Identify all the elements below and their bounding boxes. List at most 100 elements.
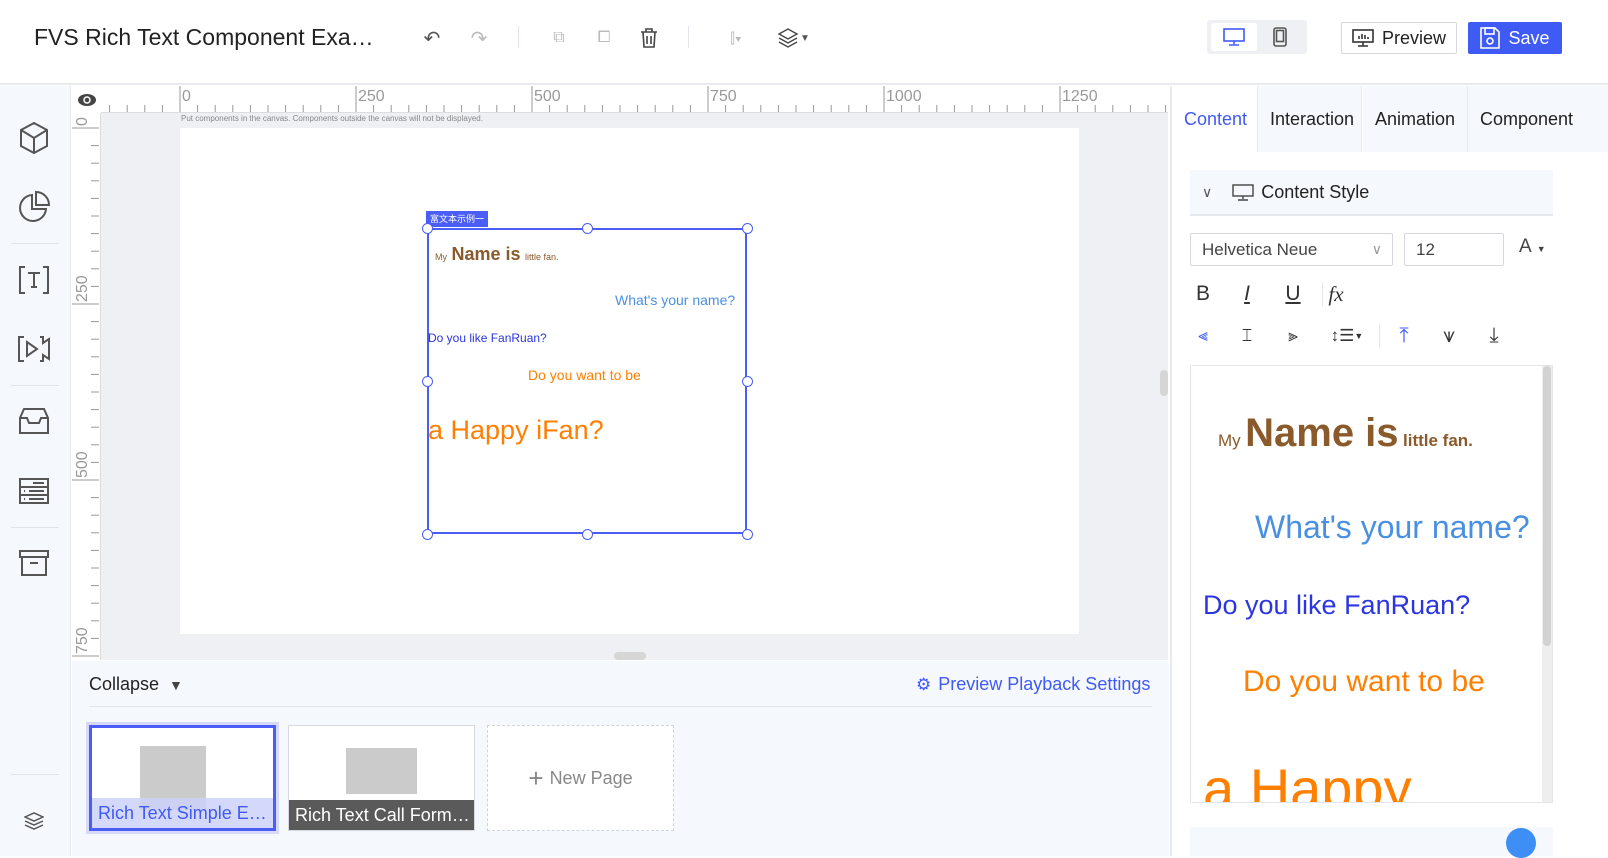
layer-order-dropdown-icon[interactable]: ▼ [776,26,812,50]
divider [11,385,59,386]
video-icon[interactable] [17,332,51,366]
ruler-label: 500 [534,88,561,105]
vertical-ruler: 0 250 500 750 [72,113,101,660]
new-page-button[interactable]: + New Page [487,725,674,831]
align-bottom-icon[interactable]: ⤓ [1482,324,1506,348]
align-left-icon[interactable]: ⫷ [1191,324,1215,348]
mobile-view-icon[interactable] [1257,23,1303,51]
horizontal-scrollbar[interactable] [614,652,646,660]
formula-button[interactable]: fx [1324,282,1348,306]
paste-icon[interactable]: ⧠ [592,26,616,50]
editor-scrollbar[interactable] [1542,366,1552,802]
archive-icon[interactable] [17,546,51,580]
tab-content[interactable]: Content [1172,86,1258,152]
device-switch [1207,20,1307,54]
divider [1379,324,1380,348]
text-little-fan: little fan. [524,252,559,262]
help-button[interactable] [1506,828,1536,858]
playback-settings-label: Preview Playback Settings [938,674,1151,694]
preview-label: Preview [1381,27,1447,48]
text-name-is: Name is [1245,411,1399,455]
divider [11,527,59,528]
align-right-icon[interactable]: ⫸ [1281,324,1305,348]
page-thumbnail-1[interactable]: Rich Text Simple E… [86,722,279,834]
text-my: My [435,252,447,262]
resize-handle[interactable] [742,223,753,234]
content-style-section[interactable]: ∨ Content Style [1190,170,1553,216]
inbox-container-icon[interactable] [17,404,51,438]
eye-icon[interactable] [72,86,101,113]
resize-handle[interactable] [422,529,433,540]
editor-line-1: My Name is little fan. [1218,411,1473,456]
monitor-icon [1232,183,1254,201]
redo-icon[interactable]: ↷ [467,26,491,50]
text-little-fan: little fan. [1403,431,1473,450]
font-color-button[interactable]: A ▼ [1519,236,1546,258]
align-top-icon[interactable]: ⤒ [1392,324,1416,348]
vertical-scrollbar[interactable] [1160,370,1168,396]
chevron-down-icon: ∨ [1202,183,1213,200]
component-sidebar [0,86,71,856]
bold-button[interactable]: B [1191,282,1215,306]
ruler-label: 1000 [886,88,922,105]
align-center-icon[interactable]: ⌶ [1235,324,1259,348]
divider [688,26,689,48]
editor-line-2: What's your name? [1255,509,1530,545]
preview-playback-settings-link[interactable]: ⚙ Preview Playback Settings [916,674,1150,695]
new-page-label: New Page [549,767,633,788]
rich-text-editor[interactable]: My Name is little fan. What's your name?… [1190,365,1553,803]
desktop-view-icon[interactable] [1211,23,1257,51]
undo-icon[interactable]: ↶ [420,26,444,50]
divider [518,26,519,48]
underline-button[interactable]: U [1281,282,1305,306]
collapse-label: Collapse [89,674,160,694]
ruler-label: 750 [74,627,91,654]
ruler-label: 500 [74,451,91,478]
font-color-label: A [1519,236,1532,257]
tab-animation[interactable]: Animation [1363,86,1468,152]
font-family-select[interactable]: Helvetica Neue ∨ [1190,233,1393,266]
resize-handle[interactable] [582,529,593,540]
italic-button[interactable]: I [1235,282,1259,306]
font-family-value: Helvetica Neue [1202,240,1318,259]
editor-line-3: Do you like FanRuan? [1203,590,1471,620]
chevron-down-icon: ∨ [1371,241,1382,257]
font-size-input[interactable]: 12 [1404,233,1504,266]
ruler-label: 0 [182,88,191,105]
delete-icon[interactable] [637,26,661,50]
page-thumbnail-2[interactable]: Rich Text Call Form… [288,725,475,831]
collapse-button[interactable]: Collapse ▼ [89,674,183,695]
gear-icon: ⚙ [916,674,932,694]
copy-icon[interactable]: ⧉ [547,26,571,50]
align-dropdown-icon[interactable]: ⫿▾ [718,26,754,50]
tab-component[interactable]: Component [1468,86,1608,152]
3d-cube-icon[interactable] [17,121,51,155]
text-component-icon[interactable] [17,263,51,297]
resize-handle[interactable] [422,223,433,234]
canvas-hint: Put components in the canvas. Components… [181,114,483,123]
preview-button[interactable]: Preview [1341,22,1457,54]
component-tag[interactable]: 富文本示例一 [426,211,489,227]
rich-text-line-3: Do you like FanRuan? [428,331,547,345]
save-button[interactable]: Save [1468,22,1562,54]
tab-interaction[interactable]: Interaction [1258,86,1362,152]
list-form-icon[interactable] [17,474,51,508]
plus-icon: + [528,762,544,793]
rich-text-component[interactable]: My Name is little fan. What's your name?… [422,223,753,540]
page-panel: Collapse ▼ ⚙ Preview Playback Settings R… [72,661,1169,856]
properties-panel: Content Interaction Animation Component … [1170,86,1608,858]
resize-handle[interactable] [582,223,593,234]
page-thumbnail-label: Rich Text Simple E… [92,798,273,828]
rich-text-line-4: Do you want to be [528,367,641,383]
editor-line-5: a Happy [1203,757,1412,803]
align-middle-icon[interactable]: ⩛ [1437,324,1461,348]
resize-handle[interactable] [422,376,433,387]
resize-handle[interactable] [742,376,753,387]
resize-handle[interactable] [742,529,753,540]
rich-text-line-1: My Name is little fan. [435,244,558,265]
layers-icon[interactable] [17,804,51,838]
line-spacing-dropdown-icon[interactable]: ↕☰ ▼ [1327,324,1367,348]
page-thumbnail-label: Rich Text Call Form… [289,800,474,830]
ruler-label: 250 [74,275,91,302]
pie-chart-icon[interactable] [17,190,51,224]
